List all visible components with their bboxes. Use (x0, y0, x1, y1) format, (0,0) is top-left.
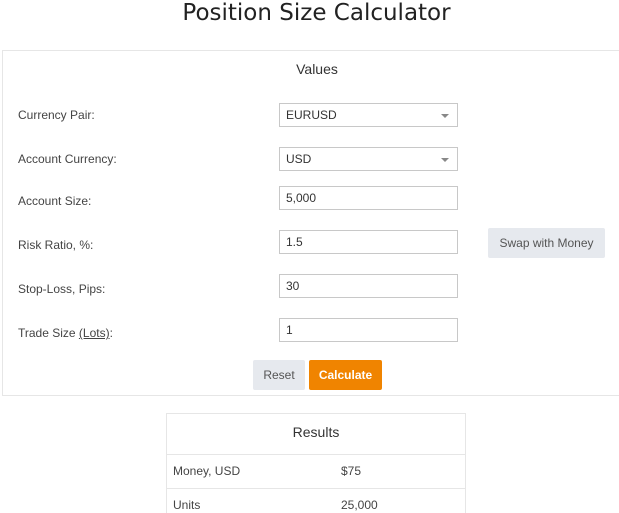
results-row-money: Money, USD $75 (167, 454, 465, 488)
lots-link[interactable]: (Lots) (79, 326, 110, 340)
risk-ratio-label: Risk Ratio, %: (18, 238, 94, 252)
swap-with-money-button[interactable]: Swap with Money (488, 228, 605, 258)
trade-size-label: Trade Size (Lots): (18, 326, 113, 340)
results-value-money: $75 (341, 464, 362, 478)
risk-ratio-row: Risk Ratio, %: Swap with Money (3, 228, 619, 258)
risk-ratio-input[interactable] (279, 230, 458, 254)
chevron-down-icon (441, 114, 449, 118)
chevron-down-icon (441, 158, 449, 162)
results-value-units: 25,000 (341, 498, 378, 512)
results-label-money: Money, USD (173, 464, 241, 478)
page-title: Position Size Calculator (182, 0, 451, 26)
stop-loss-input[interactable] (279, 274, 458, 298)
account-currency-row: Account Currency: USD (3, 147, 619, 173)
account-currency-label: Account Currency: (18, 152, 117, 166)
stop-loss-row: Stop-Loss, Pips: (3, 274, 619, 300)
results-row-units: Units 25,000 (167, 488, 465, 513)
currency-pair-select[interactable]: EURUSD (279, 103, 458, 127)
trade-size-label-prefix: Trade Size (18, 326, 79, 340)
account-size-row: Account Size: (3, 186, 619, 212)
reset-button[interactable]: Reset (253, 360, 305, 390)
results-heading: Results (292, 424, 340, 440)
account-size-input[interactable] (279, 186, 458, 210)
trade-size-input[interactable] (279, 318, 458, 342)
page: Position Size Calculator Values Currency… (0, 0, 619, 513)
trade-size-row: Trade Size (Lots): (3, 318, 619, 344)
currency-pair-row: Currency Pair: EURUSD (3, 103, 619, 129)
currency-pair-selected-value: EURUSD (286, 108, 337, 122)
stop-loss-label: Stop-Loss, Pips: (18, 282, 106, 296)
results-label-units: Units (173, 498, 201, 512)
currency-pair-label: Currency Pair: (18, 108, 95, 122)
calculate-button[interactable]: Calculate (309, 360, 382, 390)
account-currency-selected-value: USD (286, 152, 312, 166)
values-heading: Values (296, 61, 338, 77)
trade-size-label-suffix: : (109, 326, 113, 340)
values-panel: Values Currency Pair: EURUSD Account Cur… (2, 50, 619, 396)
results-panel: Results Money, USD $75 Units 25,000 (166, 413, 466, 513)
account-currency-select[interactable]: USD (279, 147, 458, 171)
account-size-label: Account Size: (18, 194, 92, 208)
